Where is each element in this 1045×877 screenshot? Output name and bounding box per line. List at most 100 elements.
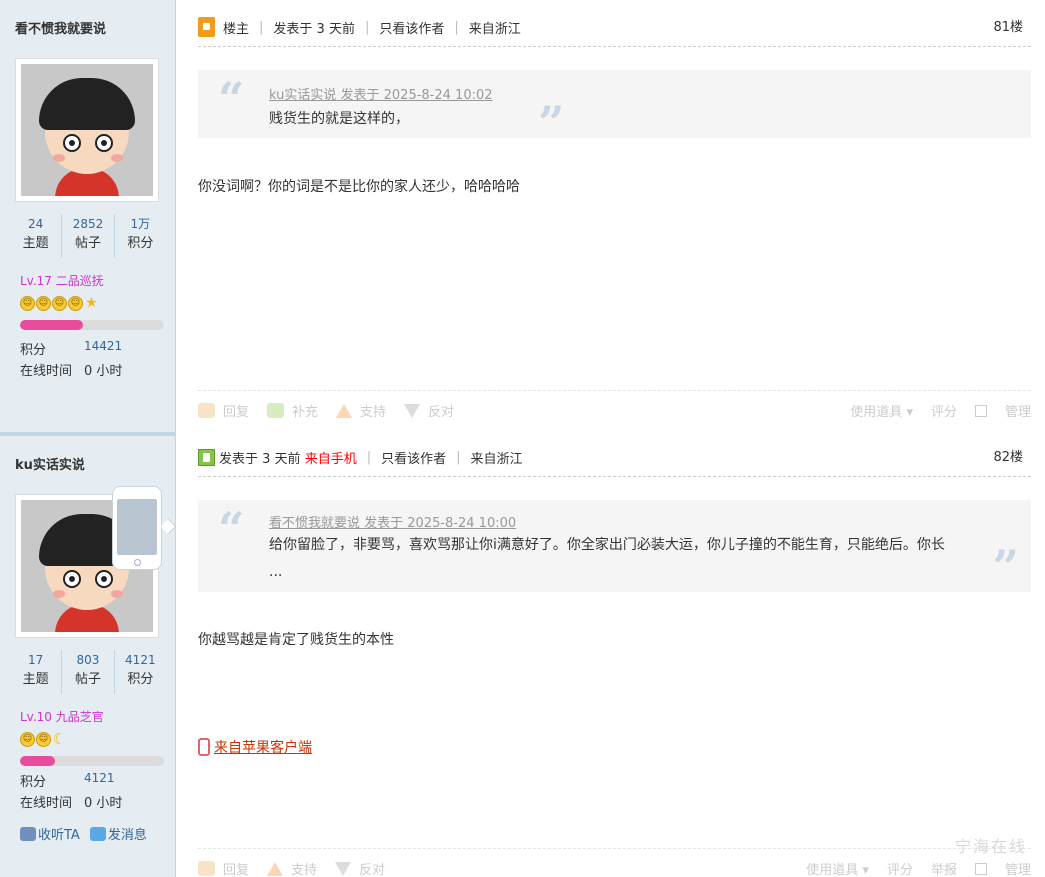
stat-posts[interactable]: 803 帖子 <box>62 650 115 694</box>
stat-topics[interactable]: 17 主题 <box>10 650 63 694</box>
author-sidebar: 看不惯我就要说 24 主题 2852 帖子 1万 积分 Lv.17 二品巡抚 ☺… <box>0 0 176 432</box>
quote-author-link[interactable]: 看不惯我就要说 发表于 2025-8-24 10:00 <box>269 512 516 531</box>
reply-button[interactable]: 回复 <box>198 401 249 420</box>
op-label: 楼主 <box>223 21 250 37</box>
post-82: ku实话实说 17 主题 803 帖子 4121 积分 Lv.10 九品芝官 ☺… <box>0 432 1045 877</box>
quote-block: “ ” 看不惯我就要说 发表于 2025-8-24 10:00 给你留脸了，非要… <box>198 500 1031 592</box>
support-button[interactable]: 支持 <box>267 859 317 877</box>
send-message-button[interactable]: 发消息 <box>89 824 147 843</box>
location: 来自浙江 <box>468 21 521 37</box>
quote-text: 贱货生的就是这样的， <box>269 111 409 127</box>
floor-number[interactable]: 82楼 <box>993 446 1023 465</box>
post-time: 发表于 3 天前 <box>273 21 355 37</box>
avatar[interactable] <box>15 58 159 202</box>
quote-block: “ ” ku实话实说 发表于 2025-8-24 10:02 贱货生的就是这样的… <box>198 70 1031 146</box>
phone-icon <box>198 738 210 756</box>
moon-icon: ☾ <box>52 730 67 748</box>
level-progress-fill <box>20 756 55 766</box>
thumb-up-icon <box>267 861 284 876</box>
support-button[interactable]: 支持 <box>336 401 386 420</box>
rate-button[interactable]: 评分 <box>931 401 957 420</box>
report-button[interactable]: 举报 <box>931 859 957 877</box>
manage-button[interactable]: 管理 <box>1005 859 1031 877</box>
online-time-row: 在线时间 0 小时 <box>20 364 123 379</box>
post-main: 发表于 3 天前 来自手机 | 只看该作者 | 来自浙江 82楼 “ ” 看不惯… <box>198 432 1031 877</box>
sun-face-icon: ☺ <box>36 296 51 311</box>
user-actions: 收听TA 发消息 <box>20 824 147 843</box>
from-mobile-label[interactable]: 来自手机 <box>305 448 357 467</box>
post-content: 你越骂越是肯定了贱货生的本性 <box>198 632 394 648</box>
author-sidebar: ku实话实说 17 主题 803 帖子 4121 积分 Lv.10 九品芝官 ☺… <box>0 432 176 877</box>
level-progress-bar <box>20 756 164 766</box>
open-quote-icon: “ <box>218 72 245 126</box>
post-header: 发表于 3 天前 来自手机 | 只看该作者 | 来自浙江 82楼 <box>198 446 1031 468</box>
author-stats: 17 主题 803 帖子 4121 积分 <box>10 650 166 694</box>
oppose-button[interactable]: 反对 <box>404 401 454 420</box>
level-stars: ☺ ☺ ☾ <box>20 732 67 747</box>
reply-icon <box>198 861 215 876</box>
post-81: 看不惯我就要说 24 主题 2852 帖子 1万 积分 Lv.17 二品巡抚 ☺… <box>0 0 1045 432</box>
level-progress-fill <box>20 320 84 330</box>
chevron-down-icon: ▾ <box>862 863 869 877</box>
post-header: 楼主 | 发表于 3 天前 | 只看该作者 | 来自浙江 81楼 <box>198 16 1031 38</box>
thumb-up-icon <box>336 403 353 418</box>
edit-icon <box>267 403 285 418</box>
only-author-link[interactable]: 只看该作者 <box>381 448 446 467</box>
manage-checkbox[interactable] <box>974 404 987 417</box>
use-tools-menu[interactable]: 使用道具 ▾ <box>850 401 913 420</box>
stat-topics[interactable]: 24 主题 <box>10 214 63 258</box>
oppose-button[interactable]: 反对 <box>335 859 385 877</box>
level-progress-bar <box>20 320 164 330</box>
manage-button[interactable]: 管理 <box>1005 401 1031 420</box>
only-author-link[interactable]: 只看该作者 <box>379 18 444 37</box>
follow-user-icon <box>20 827 36 841</box>
star-icon: ★ <box>85 295 98 311</box>
quote-text: 给你留脸了，非要骂，喜欢骂那让你i满意好了。你全家出门必装大运，你儿子撞的不能生… <box>269 537 945 580</box>
points-row: 积分 14421 <box>20 339 123 358</box>
thumb-down-icon <box>335 861 352 876</box>
author-stats: 24 主题 2852 帖子 1万 积分 <box>10 214 166 258</box>
stat-posts[interactable]: 2852 帖子 <box>62 214 115 258</box>
location: 来自浙江 <box>470 451 523 467</box>
sun-face-icon: ☺ <box>52 296 67 311</box>
sun-face-icon: ☺ <box>68 296 83 311</box>
sun-face-icon: ☺ <box>36 732 51 747</box>
close-quote-icon: ” <box>992 540 1019 594</box>
author-name[interactable]: 看不惯我就要说 <box>15 18 106 37</box>
use-tools-menu[interactable]: 使用道具 ▾ <box>806 859 869 877</box>
manage-checkbox[interactable] <box>974 862 987 875</box>
user-level[interactable]: Lv.10 九品芝官 <box>20 708 104 725</box>
level-stars: ☺ ☺ ☺ ☺ ★ <box>20 296 99 311</box>
apple-client-link[interactable]: 来自苹果客户端 <box>198 737 312 757</box>
follow-button[interactable]: 收听TA <box>20 824 80 843</box>
post-main: 楼主 | 发表于 3 天前 | 只看该作者 | 来自浙江 81楼 “ ” ku实… <box>198 0 1031 432</box>
stat-points[interactable]: 4121 积分 <box>115 650 166 694</box>
rate-button[interactable]: 评分 <box>887 859 913 877</box>
chevron-down-icon: ▾ <box>906 405 913 420</box>
post-content: 你没词啊？你的词是不是比你的家人还少，哈哈哈哈 <box>198 179 520 195</box>
reply-button[interactable]: 回复 <box>198 859 249 877</box>
mail-icon <box>89 827 106 841</box>
online-time-row: 在线时间 0 小时 <box>20 796 123 811</box>
site-watermark: 宁海在线 <box>954 837 1027 856</box>
mobile-post-icon <box>198 448 215 466</box>
op-badge-icon <box>198 17 215 37</box>
thumb-down-icon <box>404 403 421 418</box>
sun-face-icon: ☺ <box>20 296 35 311</box>
points-row: 积分 4121 <box>20 771 115 790</box>
quote-author-link[interactable]: ku实话实说 发表于 2025-8-24 10:02 <box>269 84 493 103</box>
supplement-button[interactable]: 补充 <box>267 401 318 420</box>
stat-points[interactable]: 1万 积分 <box>115 214 166 258</box>
user-level[interactable]: Lv.17 二品巡抚 <box>20 272 104 289</box>
post-time: 发表于 3 天前 <box>219 451 301 467</box>
mobile-device-badge <box>112 486 162 570</box>
author-name[interactable]: ku实话实说 <box>15 454 85 473</box>
post-actions: 回复 补充 支持 反对 使用道具 ▾ 评分 管理 <box>198 401 1031 420</box>
apple-icon <box>117 499 157 555</box>
floor-number[interactable]: 81楼 <box>993 16 1023 35</box>
avatar-image <box>21 64 153 196</box>
open-quote-icon: “ <box>218 502 245 556</box>
sun-face-icon: ☺ <box>20 732 35 747</box>
post-actions: 回复 支持 反对 使用道具 ▾ 评分 举报 管理 <box>198 859 1031 877</box>
reply-icon <box>198 403 215 418</box>
